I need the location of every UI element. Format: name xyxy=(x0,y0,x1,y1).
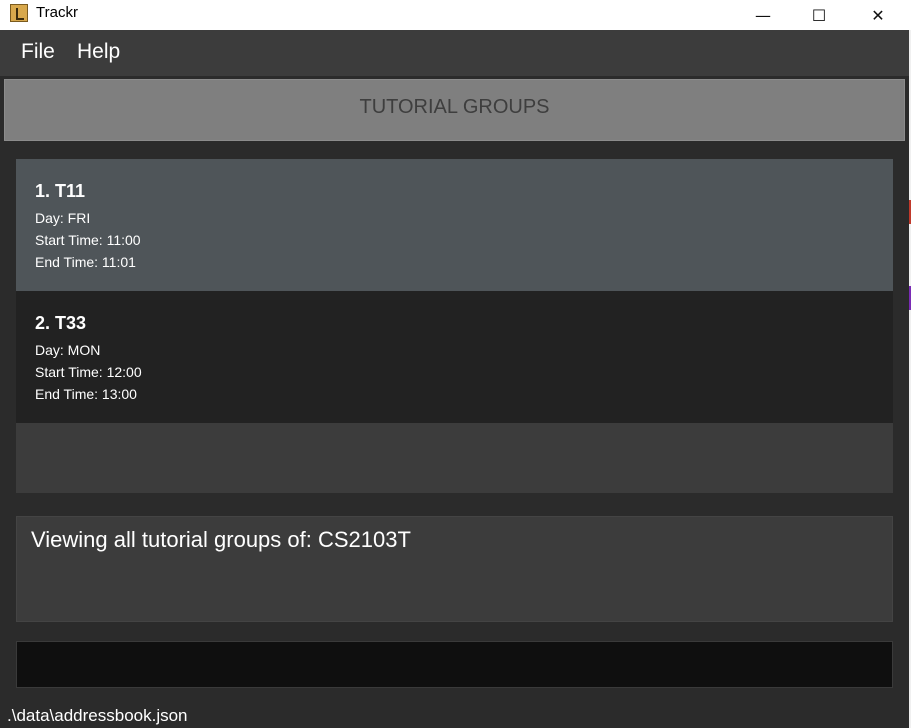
close-icon[interactable]: ✕ xyxy=(849,0,907,30)
page-title: TUTORIAL GROUPS xyxy=(359,95,550,118)
command-box[interactable] xyxy=(16,641,893,688)
group-day: Day: MON xyxy=(35,342,101,358)
minimize-icon[interactable]: — xyxy=(734,0,792,30)
group-start-time: Start Time: 12:00 xyxy=(35,364,142,380)
menu-help[interactable]: Help xyxy=(77,40,120,64)
tutorial-group-list[interactable]: 1. T11 Day: FRI Start Time: 11:00 End Ti… xyxy=(16,159,893,493)
tutorial-groups-header: TUTORIAL GROUPS xyxy=(4,79,905,141)
maximize-icon[interactable]: ☐ xyxy=(790,0,848,30)
group-title: 2. T33 xyxy=(35,313,87,333)
group-title: 1. T11 xyxy=(35,181,86,201)
command-input[interactable] xyxy=(17,642,892,687)
data-file-path: .\data\addressbook.json xyxy=(7,706,188,725)
group-start-time: Start Time: 11:00 xyxy=(35,232,141,248)
result-message: Viewing all tutorial groups of: CS2103T xyxy=(31,527,411,552)
result-display: Viewing all tutorial groups of: CS2103T xyxy=(16,516,893,622)
window-title: Trackr xyxy=(36,4,78,21)
menu-file[interactable]: File xyxy=(21,40,55,64)
list-item-t11[interactable]: 1. T11 Day: FRI Start Time: 11:00 End Ti… xyxy=(16,159,893,291)
title-bar: Trackr — ☐ ✕ xyxy=(0,0,911,30)
trackr-app-icon xyxy=(10,4,28,22)
group-day: Day: FRI xyxy=(35,210,91,226)
menu-bar: File Help xyxy=(0,30,909,76)
group-end-time: End Time: 13:00 xyxy=(35,386,137,402)
status-bar: .\data\addressbook.json xyxy=(0,700,909,728)
list-item-t33[interactable]: 2. T33 Day: MON Start Time: 12:00 End Ti… xyxy=(16,291,893,423)
group-end-time: End Time: 11:01 xyxy=(35,254,136,270)
